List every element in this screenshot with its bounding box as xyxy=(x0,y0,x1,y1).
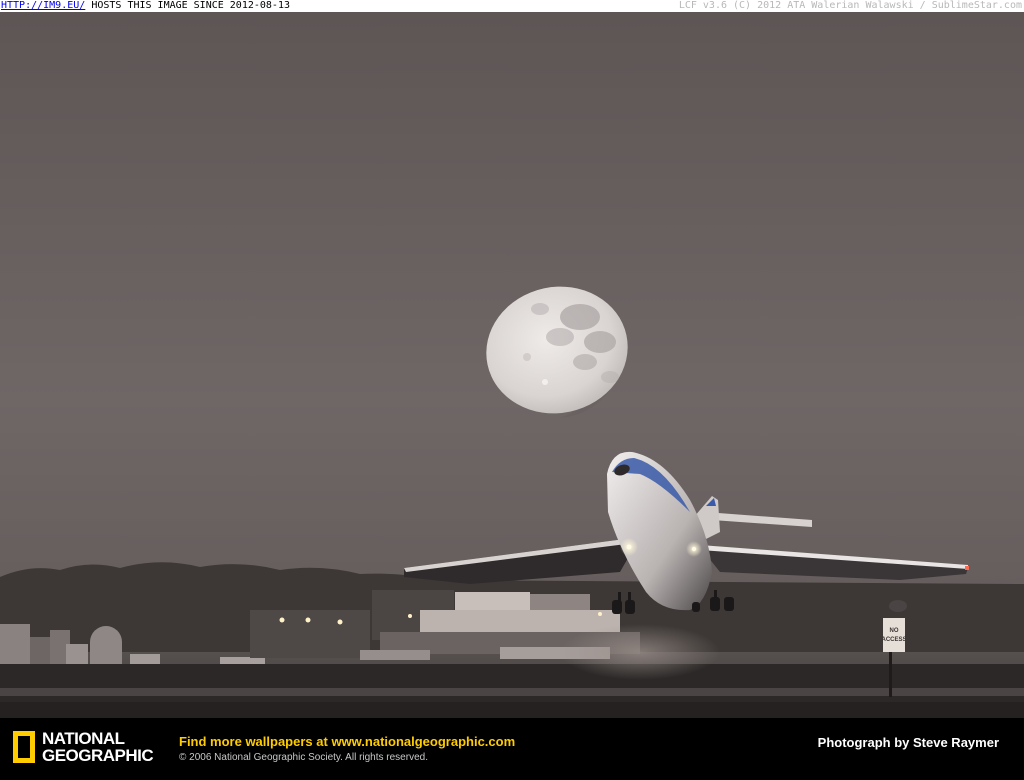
wallpaper-photo: NO ACCESS xyxy=(0,12,1024,718)
promo-line: Find more wallpapers at www.nationalgeog… xyxy=(179,734,515,749)
host-since-text: HOSTS THIS IMAGE SINCE 2012-08-13 xyxy=(85,0,290,11)
caption-bar: NATIONAL GEOGRAPHIC Find more wallpapers… xyxy=(0,718,1024,780)
national-geographic-logo[interactable]: NATIONAL GEOGRAPHIC xyxy=(13,729,154,765)
logo-wordmark: NATIONAL GEOGRAPHIC xyxy=(42,729,154,765)
photo-credit: Photograph by Steve Raymer xyxy=(817,735,999,750)
promo-block: Find more wallpapers at www.nationalgeog… xyxy=(179,734,515,763)
promo-prefix: Find more wallpapers at xyxy=(179,734,332,749)
svg-text:ACCESS: ACCESS xyxy=(881,637,906,643)
logo-line-2: GEOGRAPHIC xyxy=(42,746,154,765)
svg-text:NO: NO xyxy=(890,628,899,634)
host-banner-credit: LCF v3.6 (C) 2012 ATA Walerian Walawski … xyxy=(678,0,1022,11)
promo-link[interactable]: www.nationalgeographic.com xyxy=(331,734,515,749)
dust-cloud xyxy=(560,624,720,680)
logo-line-1: NATIONAL xyxy=(42,729,125,748)
runway-strip xyxy=(0,688,1024,696)
host-banner-left: HTTP://IM9.EU/ HOSTS THIS IMAGE SINCE 20… xyxy=(1,0,290,12)
copyright-notice: © 2006 National Geographic Society. All … xyxy=(179,752,428,763)
yellow-frame-icon xyxy=(13,731,35,763)
host-link[interactable]: HTTP://IM9.EU/ xyxy=(1,0,85,11)
host-banner: HTTP://IM9.EU/ HOSTS THIS IMAGE SINCE 20… xyxy=(0,0,1024,12)
